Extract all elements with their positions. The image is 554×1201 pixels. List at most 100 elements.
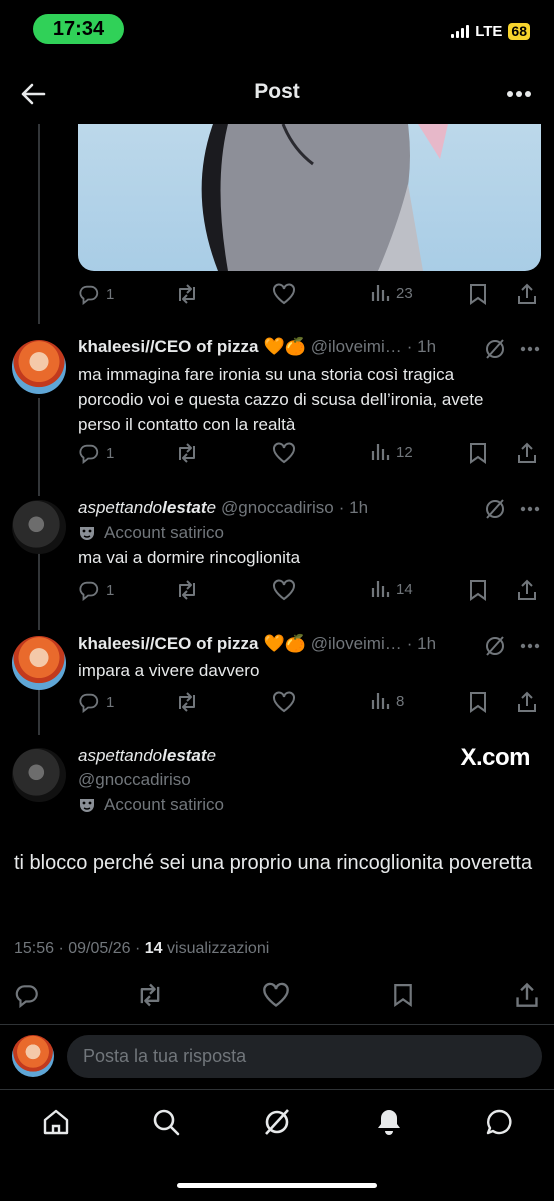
bookmark-icon [470,443,486,464]
share-icon [518,579,536,600]
tweet-actions: 1 8 [78,691,540,715]
avatar[interactable] [12,748,66,802]
post-time: · 1h [338,498,369,517]
more-icon[interactable] [520,643,540,649]
reply-button[interactable]: 1 [78,579,114,601]
account-badge: Account satirico [78,523,224,543]
more-icon[interactable] [520,346,540,352]
views-button[interactable]: 23 [370,283,413,303]
views-button[interactable]: 14 [370,579,413,599]
tweet-author-row: khaleesi//CEO of pizza 🧡🍊 @iloveimi… · 1… [78,337,436,357]
share-icon[interactable] [514,982,540,1008]
post-meta: 15:56 · 09/05/26 · 14 visualizzazioni [14,940,269,958]
more-icon[interactable] [506,90,532,98]
author-handle[interactable]: @gnoccadiriso [221,498,334,518]
share-button[interactable] [516,283,538,305]
tweet-actions: 1 14 [78,579,540,603]
share-button[interactable] [516,691,538,713]
heart-icon [273,579,295,601]
repost-icon [179,580,195,600]
x-watermark: X.com [460,744,530,771]
home-icon[interactable] [41,1107,71,1137]
grok-icon[interactable] [484,338,506,360]
tweet-author-row: aspettandolestate @gnoccadiriso · 1h [78,498,368,518]
reply-input[interactable]: Posta la tua risposta [67,1035,542,1078]
like-button[interactable] [272,579,296,601]
heart-icon[interactable] [262,982,290,1008]
battery-indicator: 68 [508,22,530,40]
author-name[interactable]: khaleesi//CEO of pizza [78,337,258,357]
views-icon [371,285,390,301]
tweet-text: ma immagina fare ironia su una storia co… [78,365,484,434]
author-name[interactable]: aspettandolestate [78,746,216,766]
bookmark-button[interactable] [468,579,488,601]
main-post-actions [14,982,540,1008]
heart-icon [273,283,295,305]
grok-icon[interactable] [262,1107,292,1137]
like-button[interactable] [272,691,296,713]
avatar[interactable] [12,636,66,690]
views-count: 14 [396,580,413,598]
more-icon[interactable] [520,506,540,512]
reply-button[interactable]: 1 [78,691,114,713]
reply-icon [79,693,99,713]
avatar[interactable] [12,340,66,394]
reply-button[interactable]: 1 [78,442,114,464]
views-icon [371,581,390,597]
reply-icon [79,285,99,305]
views-count: 12 [396,443,413,461]
tweet-image[interactable] [78,124,541,271]
reply-button[interactable]: 1 [78,283,114,305]
bookmark-button[interactable] [468,283,488,305]
post-text: ti blocco perché sei una proprio una rin… [14,852,533,874]
repost-button[interactable] [175,442,199,464]
heart-icon [273,442,295,464]
views-button[interactable]: 12 [370,442,413,462]
tweet-actions: 1 23 [78,283,540,307]
views-count: 8 [396,692,405,710]
tweet-author-row: khaleesi//CEO of pizza 🧡🍊 @iloveimi… · 1… [78,634,436,654]
repost-button[interactable] [175,579,199,601]
bookmark-icon [470,284,486,305]
reply-icon[interactable] [14,982,40,1008]
share-button[interactable] [516,579,538,601]
post-timestamp: 15:56 · 09/05/26 · [14,940,145,957]
avatar [12,1035,54,1077]
home-indicator [177,1183,377,1188]
notifications-icon[interactable] [374,1107,404,1137]
thread-line [38,398,40,496]
share-icon [518,442,536,463]
avatar[interactable] [12,500,66,554]
reply-icon [79,581,99,601]
bookmark-icon [470,580,486,601]
tweet-actions: 1 12 [78,442,540,466]
repost-button[interactable] [175,691,199,713]
messages-icon[interactable] [484,1107,514,1137]
search-icon[interactable] [151,1107,181,1137]
author-handle[interactable]: @iloveimi… [311,337,402,357]
grok-icon[interactable] [484,635,506,657]
like-button[interactable] [272,442,296,464]
repost-button[interactable] [175,283,199,305]
author-name[interactable]: aspettandolestate [78,498,216,518]
author-handle[interactable]: @gnoccadiriso [78,770,191,790]
author-handle[interactable]: @iloveimi… [311,634,402,654]
like-button[interactable] [272,283,296,305]
repost-icon [179,284,195,304]
network-label: LTE [475,22,503,40]
share-button[interactable] [516,442,538,464]
bookmark-icon[interactable] [392,982,414,1008]
bookmark-button[interactable] [468,691,488,713]
post-time: · 1h [406,337,437,356]
repost-icon[interactable] [136,982,164,1008]
bookmark-button[interactable] [468,442,488,464]
grok-icon[interactable] [484,498,506,520]
views-button[interactable]: 8 [370,691,404,711]
thread-line [38,124,40,324]
page-title: Post [254,80,300,103]
views-count: 23 [396,284,413,302]
author-name[interactable]: khaleesi//CEO of pizza [78,634,258,654]
reply-count: 1 [106,693,115,711]
status-indicators: LTE 68 [451,22,530,40]
masks-icon [80,799,94,812]
